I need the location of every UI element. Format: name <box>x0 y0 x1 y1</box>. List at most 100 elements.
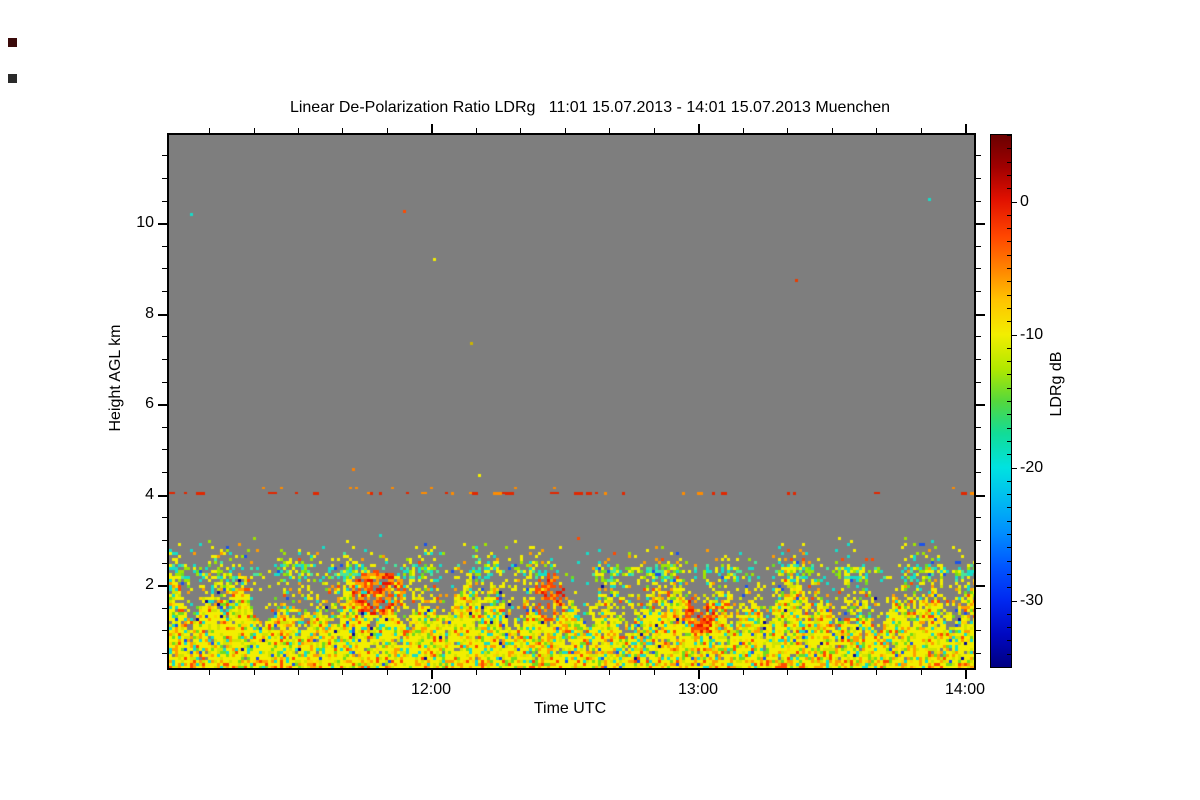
colorbar-major-tick <box>1011 468 1017 469</box>
colorbar-minor-tick <box>1007 321 1011 322</box>
y-minor-tick <box>976 201 981 202</box>
window-artifact-2 <box>8 74 17 83</box>
y-minor-tick <box>976 359 981 360</box>
colorbar-minor-tick <box>1007 281 1011 282</box>
y-major-tick <box>976 314 985 316</box>
y-minor-tick <box>976 449 981 450</box>
x-tick-label: 14:00 <box>944 681 986 698</box>
y-minor-tick <box>162 472 167 473</box>
y-minor-tick <box>976 268 981 269</box>
y-minor-tick <box>976 155 981 156</box>
y-minor-tick <box>162 608 167 609</box>
x-minor-tick <box>387 670 388 675</box>
colorbar-minor-tick <box>1007 148 1011 149</box>
colorbar-minor-tick <box>1007 215 1011 216</box>
y-minor-tick <box>162 268 167 269</box>
y-minor-tick <box>976 246 981 247</box>
y-minor-tick <box>976 563 981 564</box>
plot-page: Linear De-Polarization Ratio LDRg 11:01 … <box>0 0 1200 800</box>
colorbar-minor-tick <box>1007 135 1011 136</box>
colorbar-minor-tick <box>1007 587 1011 588</box>
colorbar-minor-tick <box>1007 175 1011 176</box>
y-minor-tick <box>162 178 167 179</box>
colorbar-minor-tick <box>1007 388 1011 389</box>
colorbar-minor-tick <box>1007 614 1011 615</box>
y-minor-tick <box>162 630 167 631</box>
colorbar-minor-tick <box>1007 308 1011 309</box>
colorbar-minor-tick <box>1007 228 1011 229</box>
colorbar-minor-tick <box>1007 534 1011 535</box>
colorbar-minor-tick <box>1007 188 1011 189</box>
y-minor-tick <box>976 540 981 541</box>
y-minor-tick <box>162 155 167 156</box>
colorbar-minor-tick <box>1007 521 1011 522</box>
y-minor-tick <box>976 608 981 609</box>
y-major-tick <box>976 585 985 587</box>
colorbar-minor-tick <box>1007 547 1011 548</box>
y-minor-tick <box>162 291 167 292</box>
x-minor-tick <box>921 128 922 133</box>
y-major-tick <box>158 223 167 225</box>
colorbar-minor-tick <box>1007 640 1011 641</box>
x-minor-tick <box>476 670 477 675</box>
x-major-tick <box>431 124 433 133</box>
x-major-tick <box>698 124 700 133</box>
x-minor-tick <box>209 670 210 675</box>
x-minor-tick <box>298 128 299 133</box>
colorbar-minor-tick <box>1007 361 1011 362</box>
y-minor-tick <box>162 540 167 541</box>
y-minor-tick <box>162 563 167 564</box>
x-minor-tick <box>787 670 788 675</box>
y-tick-label: 10 <box>136 214 154 231</box>
chart-title: Linear De-Polarization Ratio LDRg 11:01 … <box>289 99 891 116</box>
y-minor-tick <box>162 246 167 247</box>
x-minor-tick <box>787 128 788 133</box>
y-major-tick <box>976 495 985 497</box>
x-axis-label: Time UTC <box>533 700 607 717</box>
colorbar-minor-tick <box>1007 401 1011 402</box>
colorbar-minor-tick <box>1007 627 1011 628</box>
colorbar-minor-tick <box>1007 348 1011 349</box>
x-tick-label: 12:00 <box>410 681 452 698</box>
y-major-tick <box>158 314 167 316</box>
window-artifact-1 <box>8 38 17 47</box>
x-tick-label: 13:00 <box>677 681 719 698</box>
x-minor-tick <box>254 128 255 133</box>
colorbar-minor-tick <box>1007 268 1011 269</box>
colorbar-major-tick <box>1011 335 1017 336</box>
x-minor-tick <box>832 670 833 675</box>
colorbar-minor-tick <box>1007 295 1011 296</box>
colorbar-minor-tick <box>1007 561 1011 562</box>
y-minor-tick <box>162 382 167 383</box>
colorbar-tick-label: 0 <box>1020 193 1029 210</box>
y-tick-label: 6 <box>145 395 154 412</box>
colorbar-minor-tick <box>1007 428 1011 429</box>
x-minor-tick <box>387 128 388 133</box>
colorbar-minor-tick <box>1007 414 1011 415</box>
x-minor-tick <box>876 128 877 133</box>
x-minor-tick <box>565 670 566 675</box>
y-minor-tick <box>976 517 981 518</box>
x-minor-tick <box>743 128 744 133</box>
y-tick-label: 4 <box>145 486 154 503</box>
heatmap-canvas <box>169 135 974 668</box>
x-major-tick <box>965 670 967 679</box>
x-minor-tick <box>876 670 877 675</box>
y-minor-tick <box>976 427 981 428</box>
x-minor-tick <box>476 128 477 133</box>
colorbar-minor-tick <box>1007 494 1011 495</box>
colorbar-minor-tick <box>1007 481 1011 482</box>
y-minor-tick <box>976 336 981 337</box>
y-minor-tick <box>976 382 981 383</box>
x-minor-tick <box>298 670 299 675</box>
y-major-tick <box>158 495 167 497</box>
colorbar-minor-tick <box>1007 255 1011 256</box>
x-minor-tick <box>609 670 610 675</box>
x-minor-tick <box>832 128 833 133</box>
y-major-tick <box>976 404 985 406</box>
colorbar-minor-tick <box>1007 507 1011 508</box>
x-major-tick <box>965 124 967 133</box>
y-minor-tick <box>976 178 981 179</box>
y-tick-label: 2 <box>145 576 154 593</box>
colorbar-minor-tick <box>1007 241 1011 242</box>
